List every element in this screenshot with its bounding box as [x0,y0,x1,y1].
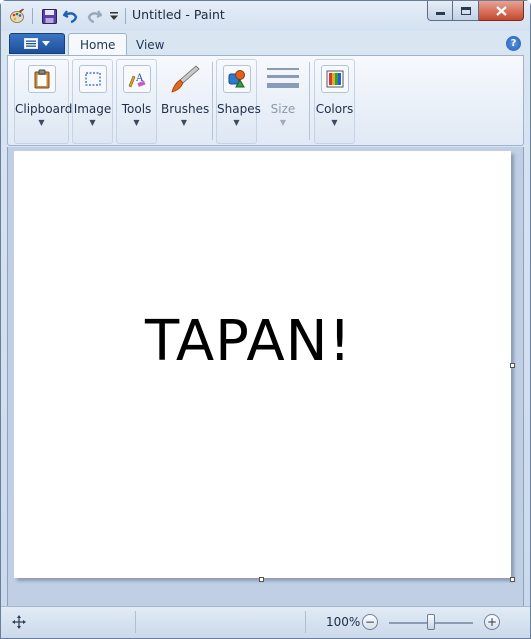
zoom-in-button[interactable]: + [484,614,500,630]
chevron-down-icon [42,41,50,46]
image-group[interactable]: Image ▼ [72,59,113,144]
tools-label: Tools [121,102,152,116]
colors-icon [320,65,349,93]
size-label: Size [270,102,296,116]
title-bar[interactable]: Untitled - Paint [1,1,530,31]
shapes-label: Shapes [217,102,261,116]
status-separator [135,611,136,633]
save-icon[interactable] [40,7,58,25]
clipboard-dropdown-icon: ▼ [38,118,45,127]
clipboard-icon [27,65,56,93]
zoom-out-icon: − [364,615,376,629]
canvas-text: TAPAN! [145,309,353,374]
brushes-group[interactable]: Brushes ▼ [160,59,210,144]
status-separator [305,611,306,633]
ribbon-separator [212,62,213,140]
menu-icon [24,38,38,49]
help-icon: ? [510,38,517,49]
zoom-level: 100% [326,615,361,629]
ribbon-separator [309,62,310,140]
drawing-canvas[interactable]: TAPAN! [14,151,511,578]
brushes-dropdown-icon: ▼ [180,118,188,127]
help-button[interactable]: ? [506,36,521,51]
window-title: Untitled - Paint [132,7,225,22]
clipboard-label: Clipboard [15,102,73,116]
size-dropdown-icon: ▼ [279,118,287,127]
shapes-dropdown-icon: ▼ [233,118,240,127]
ribbon-tabs: Home View ? [1,31,530,56]
undo-icon[interactable] [62,7,80,25]
brushes-label: Brushes [161,102,210,116]
zoom-in-icon: + [486,615,498,629]
ribbon-home: Clipboard ▼ Image ▼ A Tools ▼ Brushes ▼ … [7,55,524,146]
tab-view[interactable]: View [125,33,175,56]
colors-group[interactable]: Colors ▼ [314,59,355,144]
colors-dropdown-icon: ▼ [331,118,338,127]
paint-window: Untitled - Paint Home View ? Clipboard ▼… [0,0,531,639]
caption-buttons [427,1,524,21]
shapes-icon [222,65,251,93]
canvas-scroll-area[interactable]: TAPAN! [7,147,524,606]
minimize-button[interactable] [427,1,453,21]
size-icon [266,65,300,95]
close-button[interactable] [479,1,524,21]
status-bar: 100% − + [1,606,530,638]
image-dropdown-icon: ▼ [89,118,96,127]
cursor-position-icon [11,614,27,630]
resize-handle-right[interactable] [510,363,515,368]
colors-label: Colors [315,102,354,116]
clipboard-group[interactable]: Clipboard ▼ [14,59,73,144]
tools-group[interactable]: A Tools ▼ [116,59,157,144]
zoom-out-button[interactable]: − [362,614,378,630]
redo-icon[interactable] [85,7,103,25]
maximize-icon [460,6,471,15]
image-label: Image [73,102,112,116]
paint-menu-button[interactable] [9,33,65,54]
resize-handle-corner[interactable] [510,577,515,582]
paint-app-icon[interactable] [8,7,26,25]
brush-icon [167,62,201,96]
select-icon [78,65,107,93]
shapes-group[interactable]: Shapes ▼ [216,59,261,144]
qat-separator [32,8,33,24]
tools-dropdown-icon: ▼ [133,118,140,127]
zoom-slider-thumb[interactable] [427,614,435,630]
customize-dropdown-icon[interactable] [105,7,123,25]
close-icon [495,5,507,16]
maximize-button[interactable] [453,1,479,21]
size-group[interactable]: Size ▼ [261,59,305,144]
tab-home[interactable]: Home [68,33,128,56]
minimize-icon [435,12,445,15]
qat-separator [125,8,126,24]
tools-icon: A [122,65,151,93]
resize-handle-bottom[interactable] [259,577,264,582]
